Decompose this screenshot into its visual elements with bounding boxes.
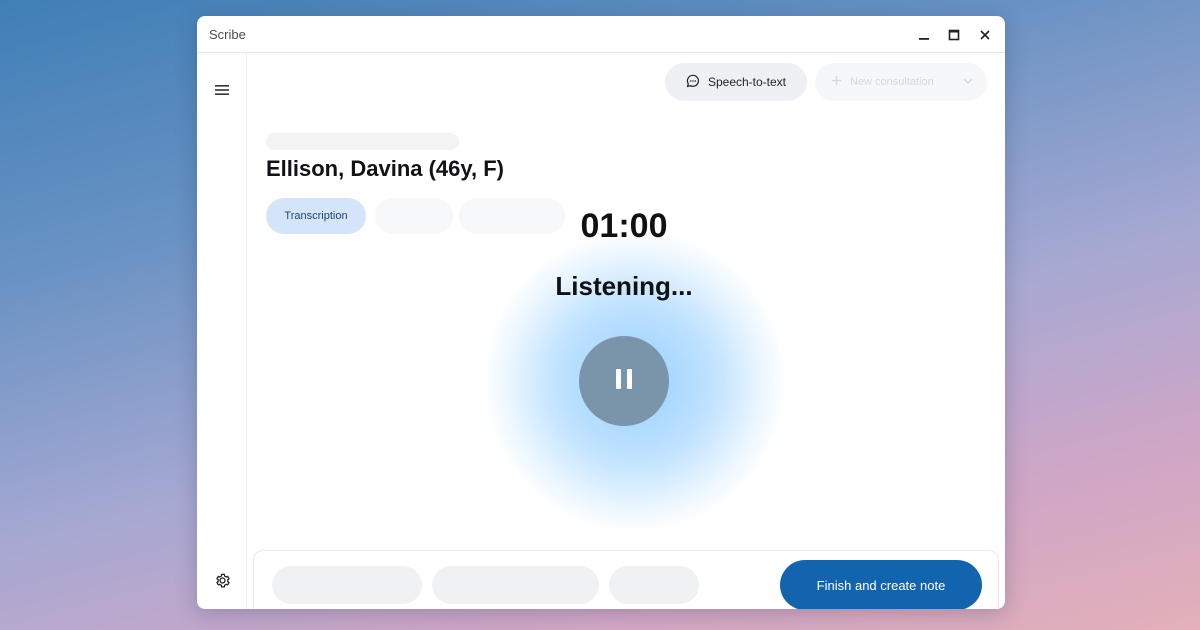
recording-timer: 01:00 bbox=[580, 207, 668, 245]
pause-icon bbox=[613, 367, 635, 396]
action-placeholder[interactable] bbox=[272, 566, 422, 604]
finish-and-create-note-button[interactable]: Finish and create note bbox=[780, 560, 982, 609]
minimize-icon[interactable] bbox=[913, 24, 935, 46]
chevron-down-icon[interactable] bbox=[961, 74, 975, 91]
action-placeholder[interactable] bbox=[609, 566, 699, 604]
hamburger-menu-icon[interactable] bbox=[211, 79, 233, 101]
action-bar: Finish and create note bbox=[253, 550, 999, 609]
new-consultation-label: New consultation bbox=[850, 76, 934, 88]
loading-placeholder bbox=[266, 133, 459, 150]
tab-transcription[interactable]: Transcription bbox=[266, 198, 366, 234]
listening-status: Listening... bbox=[555, 271, 693, 301]
gear-icon[interactable] bbox=[211, 569, 233, 591]
title-bar: Scribe bbox=[197, 16, 1005, 53]
speech-to-text-label: Speech-to-text bbox=[707, 75, 787, 89]
chat-bubble-icon bbox=[686, 74, 700, 91]
new-consultation-button[interactable]: New consultation bbox=[815, 63, 987, 101]
main-content: Speech-to-text New consultation Ellison,… bbox=[247, 53, 1005, 609]
speech-to-text-button[interactable]: Speech-to-text bbox=[665, 63, 807, 101]
plus-icon bbox=[831, 75, 842, 89]
patient-name: Ellison, Davina (46y, F) bbox=[266, 156, 504, 181]
pause-button[interactable] bbox=[579, 336, 669, 426]
tab-placeholder[interactable] bbox=[375, 198, 453, 234]
sidebar bbox=[197, 53, 247, 609]
window-title: Scribe bbox=[209, 27, 246, 42]
action-placeholder[interactable] bbox=[432, 566, 599, 604]
maximize-icon[interactable] bbox=[943, 24, 965, 46]
close-icon[interactable] bbox=[974, 24, 996, 46]
app-window: Scribe Speech-to-text New consultation E… bbox=[197, 16, 1005, 609]
